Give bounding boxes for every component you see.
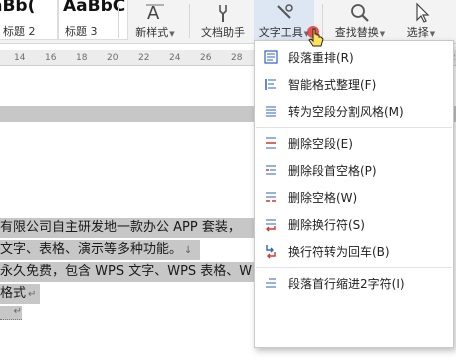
ruler-number: 14 [14, 53, 26, 63]
style-sample: AaBbC [63, 0, 126, 16]
first-line-indent-icon [266, 278, 276, 288]
menu-item-line-break-to-enter[interactable]: 换行符转为回车(B) [256, 240, 452, 262]
divider [189, 4, 190, 38]
text-tool-label: 文字工具 [258, 26, 303, 39]
new-style-icon: A [146, 3, 164, 24]
menu-item-label: 删除空格(W) [288, 191, 358, 205]
menu-item-label: 段落首行缩进2字符(I) [288, 277, 405, 291]
hand-cursor-icon [307, 26, 324, 47]
delete-empty-paragraph-icon [266, 137, 276, 149]
text-tool-icon [277, 4, 293, 19]
paragraph-mark-icon: ↵ [13, 306, 22, 317]
doc-helper-button[interactable]: 文档助手 [196, 0, 250, 44]
chevron-down-icon: ▼ [169, 30, 175, 38]
line-break-icon: ↓ [184, 245, 193, 256]
menu-item-smart-format[interactable]: 智能格式整理(F) [256, 73, 452, 95]
paragraph-rearrange-icon [264, 50, 278, 64]
split-style-icon [266, 106, 276, 117]
style-name: 标题 2 [3, 25, 36, 38]
document-line-text: 格式 [0, 286, 27, 301]
menu-item-split-style[interactable]: 转为空段分割风格(M) [256, 100, 452, 122]
ruler-number: 26 [200, 53, 212, 63]
divider [118, 4, 119, 38]
menu-item-delete-space[interactable]: 删除空格(W) [256, 186, 452, 208]
paragraph-mark-icon: ↵ [28, 289, 37, 300]
text-tool-dropdown-menu: 段落重排(R) 智能格式整理(F) 转为空段分割风格(M) 删除空段(E) 删除… [254, 40, 454, 348]
document-line[interactable]: 有限公司自主研发地一款办公 APP 套装， [0, 218, 260, 238]
new-style-button[interactable]: A 新样式▼ [128, 0, 182, 44]
menu-item-first-line-indent[interactable]: 段落首行缩进2字符(I) [256, 272, 452, 294]
delete-line-break-icon [266, 219, 276, 232]
style-name: 标题 3 [65, 25, 98, 38]
delete-leading-space-icon [266, 165, 276, 175]
menu-item-label: 删除换行符(S) [288, 218, 365, 232]
find-replace-label: 查找替换 [334, 26, 379, 39]
ruler-number: 18 [76, 53, 88, 63]
menu-item-paragraph-rearrange[interactable]: 段落重排(R) [256, 46, 452, 68]
find-replace-button[interactable]: 查找替换▼ [330, 0, 390, 44]
document-line[interactable]: 格式 ↵ [0, 284, 40, 304]
menu-divider [256, 127, 452, 128]
menu-item-label: 换行符转为回车(B) [288, 245, 390, 259]
doc-helper-label: 文档助手 [201, 26, 245, 39]
menu-item-label: 转为空段分割风格(M) [288, 105, 404, 119]
svg-text:A: A [147, 3, 160, 24]
document-line-text: 有限公司自主研发地一款办公 APP 套装， [0, 220, 241, 235]
chevron-down-icon: ▼ [379, 30, 386, 38]
search-icon [351, 4, 369, 22]
document-line[interactable]: 文字、表格、演示等多种功能。 ↓ [0, 240, 200, 260]
chevron-down-icon: ▼ [429, 30, 436, 38]
wrench-icon [219, 5, 227, 22]
style-heading-2[interactable]: aBb( 标题 2 [0, 0, 58, 40]
menu-item-delete-empty-paragraph[interactable]: 删除空段(E) [256, 132, 452, 154]
menu-item-delete-leading-space[interactable]: 删除段首空格(P) [256, 159, 452, 181]
ruler-number: 20 [107, 53, 119, 63]
select-label: 选择 [406, 26, 429, 39]
document-line-text: 永久免费，包含 WPS 文字、WPS 表格、W [0, 264, 253, 279]
ruler-number: 28 [231, 53, 243, 63]
ruler-number: 22 [138, 53, 150, 63]
text-tool-button[interactable]: 文字工具▼ [254, 0, 314, 44]
ruler-number: 16 [45, 53, 57, 63]
document-line[interactable]: 永久免费，包含 WPS 文字、WPS 表格、W [0, 262, 260, 282]
new-style-label: 新样式 [135, 26, 169, 39]
smart-format-icon [265, 79, 276, 90]
mouse-cursor [306, 26, 328, 56]
menu-item-label: 智能格式整理(F) [288, 78, 377, 92]
document-line-text: 文字、表格、演示等多种功能。 [0, 242, 183, 257]
menu-item-delete-line-break[interactable]: 删除换行符(S) [256, 213, 452, 235]
ribbon-toolbar: aBb( 标题 2 AaBbC 标题 3 A 新样式▼ 文档助手 文字工具▼ [0, 0, 456, 44]
line-break-to-enter-icon [266, 245, 276, 259]
menu-divider [256, 267, 452, 268]
menu-item-label: 删除空段(E) [288, 137, 353, 151]
empty-paragraph[interactable]: ↵ [0, 306, 22, 320]
delete-space-icon [266, 192, 276, 202]
menu-item-label: 删除段首空格(P) [288, 164, 377, 178]
pointer-icon [416, 2, 430, 23]
ruler-number: 24 [169, 53, 181, 63]
select-button[interactable]: 选择▼ [396, 0, 446, 44]
style-sample: aBb( [0, 0, 36, 16]
